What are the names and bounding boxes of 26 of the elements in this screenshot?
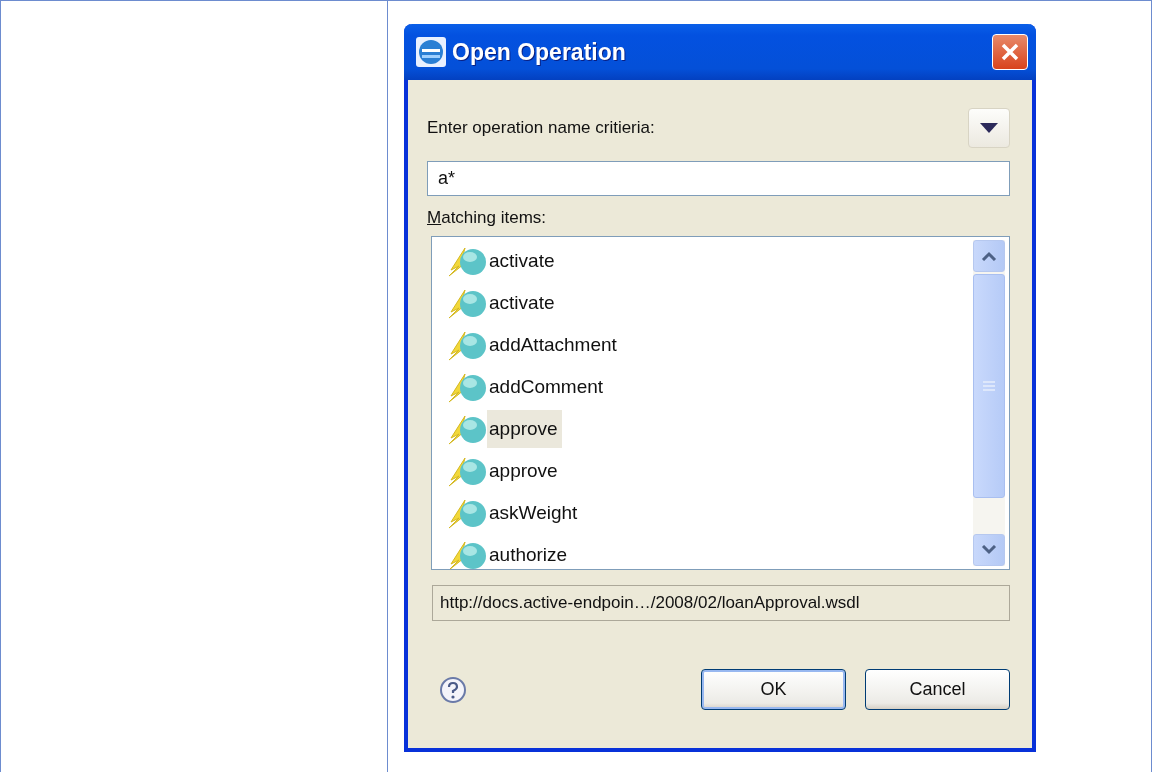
ok-button[interactable]: OK	[701, 669, 846, 710]
location-field: http://docs.active-endpoin…/2008/02/loanApproval.wsdl	[432, 585, 1010, 621]
list-item[interactable]: activate	[487, 284, 559, 322]
cancel-button[interactable]: Cancel	[865, 669, 1010, 710]
list-item[interactable]: addComment	[487, 368, 608, 406]
matching-items-label: Matching items:	[427, 208, 548, 228]
list-item[interactable]: authorize	[487, 536, 572, 569]
list-item[interactable]: approve	[487, 410, 562, 448]
window-title: Open Operation	[452, 38, 627, 66]
scroll-up-icon[interactable]	[981, 251, 997, 261]
grip-icon	[983, 381, 995, 391]
scroll-thumb[interactable]	[973, 274, 1005, 498]
list-item[interactable]: activate	[487, 242, 559, 280]
list-item[interactable]: addAttachment	[487, 326, 621, 364]
scroll-down-icon[interactable]	[981, 545, 997, 555]
app-logo-icon	[416, 37, 446, 67]
caret-icon	[980, 123, 998, 133]
close-button[interactable]	[992, 34, 1028, 70]
scrollbar[interactable]	[973, 240, 1005, 566]
criteria-input-field[interactable]: a*	[427, 161, 1010, 196]
list-item[interactable]: askWeight	[487, 494, 582, 532]
close-icon	[999, 41, 1021, 63]
dropdown-button[interactable]	[968, 108, 1010, 148]
criteria-label: Enter operation name critieria:	[427, 118, 655, 138]
list-item[interactable]: approve	[487, 452, 562, 490]
help-icon[interactable]	[439, 675, 467, 704]
